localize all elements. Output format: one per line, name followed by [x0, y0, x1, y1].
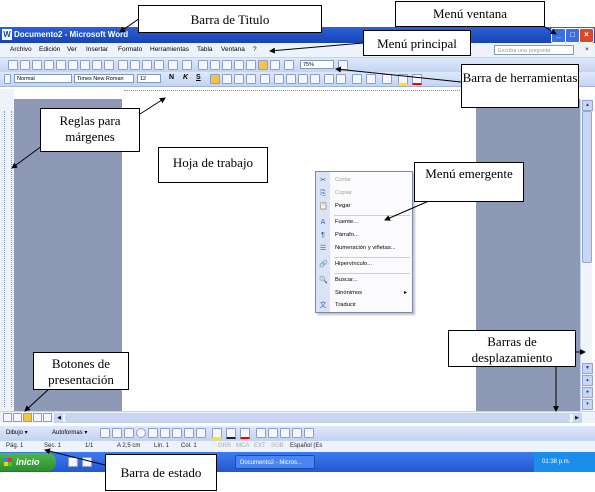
arrow-main-menu: [269, 42, 364, 54]
arrow-rulers-horizontal: [139, 97, 166, 115]
callout-worksheet: Hoja de trabajo: [158, 147, 268, 183]
callout-view-buttons: Botones de presentación: [33, 352, 129, 390]
arrow-view-buttons: [24, 387, 51, 412]
callout-main-menu: Menú principal: [363, 30, 471, 56]
callout-window-menu: Menú ventana: [395, 1, 545, 27]
callout-context-menu: Menú emergente: [414, 162, 524, 202]
arrow-title-bar: [119, 17, 141, 33]
callout-rulers: Reglas para márgenes: [40, 108, 140, 152]
callout-scrollbars: Barras de desplazamiento: [448, 330, 576, 367]
arrow-status-bar: [44, 448, 106, 466]
callout-status-bar: Barra de estado: [105, 454, 217, 491]
callout-title-bar: Barra de Titulo: [138, 5, 322, 33]
callout-toolbars: Barra de herramientas: [461, 64, 579, 108]
arrow-toolbars: [335, 66, 462, 83]
